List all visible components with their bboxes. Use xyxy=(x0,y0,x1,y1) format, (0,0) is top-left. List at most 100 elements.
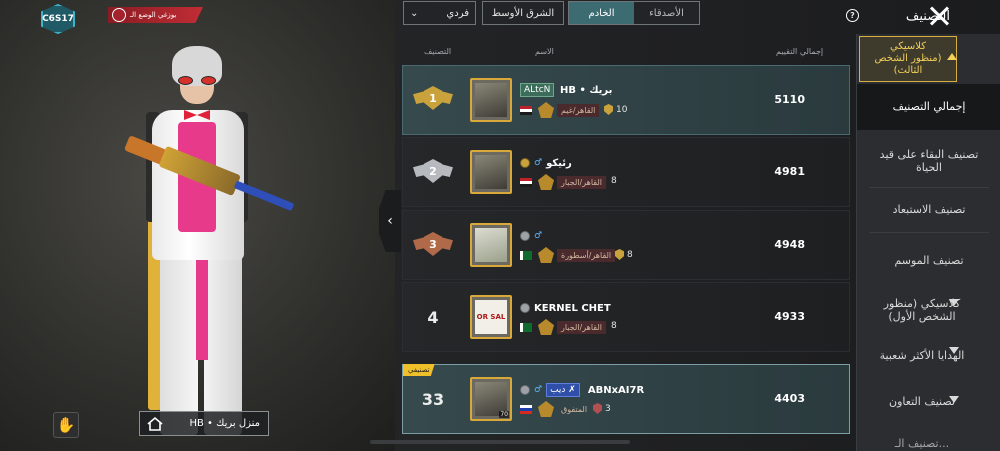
table-row[interactable]: 1 ALtcN HB • بريك القاهر/غيم 10 5110 xyxy=(402,65,850,135)
sidebar-item-survival[interactable]: تصنيف البقاء على قيد الحياة xyxy=(857,138,1000,184)
tier-label: القاهر/الجبار xyxy=(557,176,607,189)
bronze-medal-icon: 3 xyxy=(413,230,453,260)
chevron-down-icon xyxy=(949,347,959,354)
tier-label: القاهر/أسطورة xyxy=(557,249,616,262)
home-button[interactable]: HB • منزل بريك xyxy=(139,411,269,436)
mode-banner-label: بوزغي الوضع الـ xyxy=(130,11,177,19)
close-icon[interactable] xyxy=(928,5,950,27)
chevron-down-icon xyxy=(949,299,959,306)
shield-count: 8 xyxy=(611,176,617,186)
player-name: رئيكو xyxy=(546,157,572,169)
scope-tabs: الخادم الأصدقاء xyxy=(568,1,700,25)
category-cooperation[interactable]: تصنيف التعاون xyxy=(857,384,1000,420)
shield-count: 3 xyxy=(593,403,611,414)
home-label: HB • منزل بريك xyxy=(189,418,261,429)
male-icon: ♂ xyxy=(534,231,543,241)
sidebar-item-overall[interactable]: إجمالي التصنيف xyxy=(857,84,1000,130)
shield-count: 8 xyxy=(615,249,633,260)
column-header-rating: إجمالي التقييم xyxy=(776,47,824,56)
table-row[interactable]: 2 ♂ رئيكو القاهر/الجبار 8 4981 xyxy=(402,137,850,207)
flag-icon xyxy=(520,251,532,260)
silver-medal-icon: 2 xyxy=(413,157,453,187)
flag-icon xyxy=(520,178,532,187)
column-header-name: الاسم xyxy=(535,47,554,56)
player-name: ABNxAI7R xyxy=(587,384,645,396)
mode-select[interactable]: ⌄ فردي xyxy=(403,1,476,25)
avatar[interactable] xyxy=(470,78,512,122)
shield-icon xyxy=(615,249,624,260)
table-row[interactable]: 3 ♂ القاهر/أسطورة 8 4948 xyxy=(402,210,850,280)
category-sidebar: كلاسيكي (منظور الشخص الثالث) إجمالي التص… xyxy=(856,34,1000,451)
tier-badge-icon xyxy=(538,319,554,335)
gold-medal-icon: 1 xyxy=(413,84,453,114)
tier-label: المتفوق xyxy=(561,405,588,414)
avatar-level: 70 xyxy=(499,411,509,418)
avatar[interactable]: OR SAL xyxy=(470,295,512,339)
rating-value: 4933 xyxy=(774,310,805,323)
home-icon xyxy=(142,413,167,434)
chevron-up-icon xyxy=(947,53,957,60)
shield-count: 8 xyxy=(611,321,617,331)
rating-value: 5110 xyxy=(774,93,805,106)
tier-badge-icon xyxy=(538,174,554,190)
category-classic-tpp[interactable]: كلاسيكي (منظور الشخص الثالث) xyxy=(859,36,957,82)
rank-cell: 4 xyxy=(427,307,439,327)
player-badges: KERNEL CHET xyxy=(520,302,611,314)
mode-select-label: فردي xyxy=(446,7,469,19)
badge-icon xyxy=(520,385,530,395)
emote-icon[interactable]: ✋ xyxy=(53,412,79,438)
region-button[interactable]: الشرق الأوسط xyxy=(482,1,564,25)
rank-cell: 1 xyxy=(403,66,463,134)
page-title: التصنيف xyxy=(905,8,950,24)
clan-tag: ALtcN xyxy=(520,83,555,97)
badge-icon xyxy=(520,231,530,241)
flag-icon xyxy=(520,405,532,414)
shield-icon xyxy=(593,403,602,414)
player-badges: ♂ رئيكو xyxy=(520,157,572,169)
sidebar-item-season[interactable]: تصنيف الموسم xyxy=(857,238,1000,284)
player-name: KERNEL CHET xyxy=(534,302,611,314)
table-row-self[interactable]: تصنيفي 33 70 ♂ ديب ✗ ABNxAI7R المتفوق 3 … xyxy=(402,364,850,434)
tier-badge-icon xyxy=(538,247,554,263)
tier-badge-icon xyxy=(538,401,554,417)
tier-badge-icon xyxy=(538,102,554,118)
tab-friends[interactable]: الأصدقاء xyxy=(634,2,699,24)
tier-label: القاهر/غيم xyxy=(557,104,600,117)
category-classic-fpp[interactable]: كلاسيكي (منظور الشخص الأول) xyxy=(857,288,1000,332)
flag-icon xyxy=(520,106,532,115)
scrollbar[interactable] xyxy=(370,440,630,444)
male-icon: ♂ xyxy=(534,385,543,395)
rank-cell: 2 xyxy=(403,138,463,206)
rank-cell: 33 xyxy=(421,389,445,409)
badge-icon xyxy=(520,158,530,168)
chevron-down-icon: ⌄ xyxy=(410,7,419,19)
tab-server[interactable]: الخادم xyxy=(569,2,634,24)
sidebar-item-eliminations[interactable]: تصنيف الاستبعاد xyxy=(857,192,1000,228)
player-badges: ♂ xyxy=(520,230,542,242)
player-badges: ♂ ديب ✗ ABNxAI7R xyxy=(520,383,645,397)
rating-value: 4981 xyxy=(774,165,805,178)
rating-value: 4948 xyxy=(774,238,805,251)
avatar[interactable] xyxy=(470,150,512,194)
shield-icon xyxy=(604,104,613,115)
badge-icon xyxy=(520,303,530,313)
rank-cell: 3 xyxy=(403,211,463,279)
rating-value: 4403 xyxy=(774,392,805,405)
help-icon[interactable]: ? xyxy=(846,9,859,22)
avatar[interactable] xyxy=(470,223,512,267)
player-character xyxy=(120,40,310,440)
chevron-down-icon xyxy=(949,396,959,403)
shield-count: 10 xyxy=(604,104,627,115)
globe-icon xyxy=(112,8,126,22)
column-header-rank: التصنيف xyxy=(424,47,452,56)
mode-banner[interactable]: بوزغي الوضع الـ xyxy=(108,7,203,23)
category-popular-gifts[interactable]: الهدايا الأكثر شعبية xyxy=(857,336,1000,376)
clan-tag: ديب ✗ xyxy=(546,383,580,397)
male-icon: ♂ xyxy=(534,158,543,168)
table-row[interactable]: 4 OR SAL KERNEL CHET القاهر/الجبار 8 493… xyxy=(402,282,850,352)
avatar[interactable]: 70 xyxy=(470,377,512,421)
category-more[interactable]: تصنيف الـ... xyxy=(857,434,1000,451)
player-name: HB • بريك xyxy=(560,85,613,96)
tier-label: القاهر/الجبار xyxy=(557,321,607,334)
flag-icon xyxy=(520,323,532,332)
